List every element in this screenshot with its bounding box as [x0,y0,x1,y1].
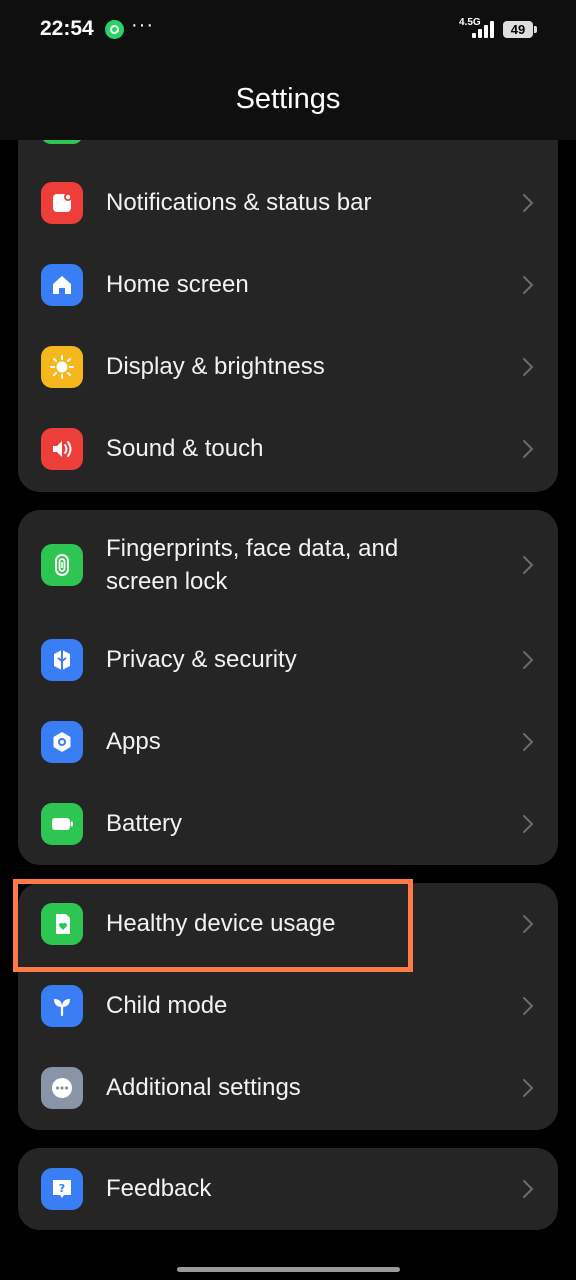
settings-item-label: Home screen [106,271,249,298]
settings-item-feedback[interactable]: ? Feedback [18,1148,558,1230]
chevron-right-icon [520,912,536,936]
chevron-right-icon [520,437,536,461]
svg-text:?: ? [59,1182,65,1195]
settings-item-label: Privacy & security [106,646,297,673]
chevron-right-icon [520,191,536,215]
partial-icon [41,140,83,144]
chevron-right-icon [520,994,536,1018]
heart-phone-icon [41,903,83,945]
battery-status-icon: 49 [503,21,537,38]
battery-icon [41,803,83,845]
sprout-icon [41,985,83,1027]
shield-icon [41,639,83,681]
status-bar: 22:54 ··· 4.5G 49 [0,0,576,60]
home-icon [41,264,83,306]
chevron-right-icon [520,1177,536,1201]
settings-group-3: ? Feedback [18,1148,558,1230]
settings-item-label: Battery [106,810,183,837]
settings-item-battery[interactable]: Battery [18,783,558,865]
settings-item-label: Additional settings [106,1074,301,1101]
status-time: 22:54 [40,17,94,40]
settings-list[interactable]: Notifications & status bar Home screen D… [0,140,576,1280]
settings-item-apps[interactable]: Apps [18,701,558,783]
settings-item-sound-touch[interactable]: Sound & touch [18,408,558,490]
chevron-right-icon [520,355,536,379]
apps-gear-icon [41,721,83,763]
settings-item-notifications[interactable]: Notifications & status bar [18,162,558,244]
settings-item-additional-settings[interactable]: Additional settings [18,1047,558,1129]
signal-icon [472,20,496,38]
fingerprint-icon [41,544,83,586]
more-dots-icon [41,1067,83,1109]
settings-item-label: Fingerprints, face data, and screen lock [106,535,399,595]
status-overflow-icon: ··· [131,14,154,36]
settings-group-1: Fingerprints, face data, and screen lock… [18,510,558,865]
home-indicator[interactable] [177,1267,400,1272]
notification-icon [41,182,83,224]
chevron-right-icon [520,730,536,754]
settings-item-label: Feedback [106,1175,212,1202]
settings-item-child-mode[interactable]: Child mode [18,965,558,1047]
page-header: Settings [0,60,576,140]
settings-item-display-brightness[interactable]: Display & brightness [18,326,558,408]
chevron-right-icon [520,648,536,672]
sun-icon [41,346,83,388]
chevron-right-icon [520,273,536,297]
chevron-right-icon [520,1076,536,1100]
feedback-icon: ? [41,1168,83,1210]
settings-item-label: Notifications & status bar [106,189,372,216]
page-title: Settings [235,83,341,115]
settings-item-label: Child mode [106,992,228,1019]
settings-group-2: Healthy device usage Child mode Addition… [18,883,558,1130]
settings-item-home-screen[interactable]: Home screen [18,244,558,326]
settings-item-label: Apps [106,728,161,755]
settings-item-healthy-device-usage[interactable]: Healthy device usage [18,883,558,965]
settings-item-label: Display & brightness [106,353,325,380]
settings-item-label: Healthy device usage [106,910,336,937]
chevron-right-icon [520,812,536,836]
settings-item-label: Sound & touch [106,435,264,462]
speaker-icon [41,428,83,470]
settings-group-0: Notifications & status bar Home screen D… [18,140,558,492]
whatsapp-icon [105,20,124,39]
settings-item-privacy-security[interactable]: Privacy & security [18,619,558,701]
settings-item-fingerprints[interactable]: Fingerprints, face data, and screen lock [18,510,558,620]
chevron-right-icon [520,553,536,577]
